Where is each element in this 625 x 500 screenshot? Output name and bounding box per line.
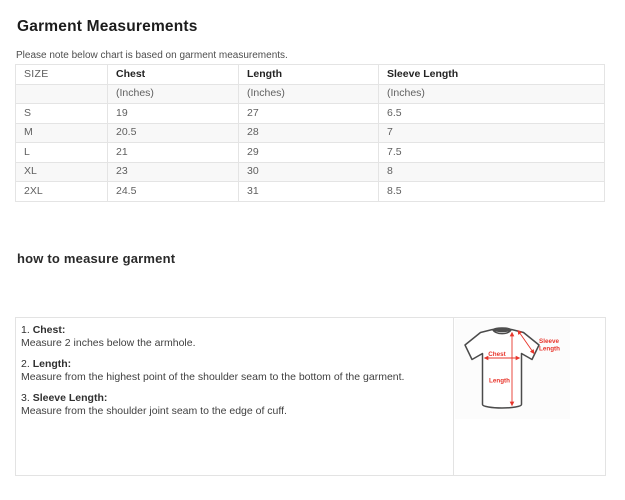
step-number: 3. xyxy=(21,392,30,404)
garment-diagram-cell: Chest Length Sleeve Length xyxy=(453,318,605,475)
header-cell-sleeve-length: Sleeve Length xyxy=(379,65,605,85)
table-header-row: SIZE Chest Length Sleeve Length xyxy=(16,65,605,85)
table-row: L 21 29 7.5 xyxy=(16,143,605,163)
table-cell: 20.5 xyxy=(108,123,239,143)
table-row: 2XL 24.5 31 8.5 xyxy=(16,182,605,202)
measure-step-sleeve-length: 3. Sleeve Length: Measure from the shoul… xyxy=(21,392,443,418)
step-title: Chest: xyxy=(33,324,66,336)
header-cell-chest: Chest xyxy=(108,65,239,85)
length-arrow-label: Length xyxy=(489,377,510,384)
tshirt-collar xyxy=(493,327,512,331)
table-cell: 27 xyxy=(239,104,379,124)
table-cell: 7 xyxy=(379,123,605,143)
table-cell: (Inches) xyxy=(108,84,239,104)
table-cell: 30 xyxy=(239,162,379,182)
table-cell: 8 xyxy=(379,162,605,182)
table-cell: L xyxy=(16,143,108,163)
table-cell: 6.5 xyxy=(379,104,605,124)
table-cell: XL xyxy=(16,162,108,182)
measure-step-chest: 1. Chest: Measure 2 inches below the arm… xyxy=(21,324,443,350)
table-row: S 19 27 6.5 xyxy=(16,104,605,124)
table-row: M 20.5 28 7 xyxy=(16,123,605,143)
table-units-row: (Inches) (Inches) (Inches) xyxy=(16,84,605,104)
step-description: Measure from the shoulder joint seam to … xyxy=(21,405,443,418)
size-guide-page: Garment Measurements Please note below c… xyxy=(0,0,625,500)
size-chart-table: SIZE Chest Length Sleeve Length (Inches)… xyxy=(15,64,605,202)
step-title: Length: xyxy=(33,358,72,370)
table-cell: 23 xyxy=(108,162,239,182)
table-cell: S xyxy=(16,104,108,124)
step-title: Sleeve Length: xyxy=(33,392,108,404)
table-cell: 28 xyxy=(239,123,379,143)
step-description: Measure 2 inches below the armhole. xyxy=(21,337,443,350)
header-cell-size: SIZE xyxy=(16,65,108,85)
sleeve-arrow-label-line2: Length xyxy=(539,345,560,352)
measurement-note: Please note below chart is based on garm… xyxy=(16,50,610,62)
sleeve-arrow-label-line1: Sleeve xyxy=(539,338,559,345)
table-cell: 7.5 xyxy=(379,143,605,163)
table-row: XL 23 30 8 xyxy=(16,162,605,182)
tshirt-measure-diagram: Chest Length Sleeve Length xyxy=(455,319,570,419)
step-description: Measure from the highest point of the sh… xyxy=(21,371,443,384)
table-cell: 24.5 xyxy=(108,182,239,202)
table-cell: M xyxy=(16,123,108,143)
step-number: 1. xyxy=(21,324,30,336)
table-cell xyxy=(16,84,108,104)
table-cell: 19 xyxy=(108,104,239,124)
table-cell: 21 xyxy=(108,143,239,163)
page-title: Garment Measurements xyxy=(17,18,610,36)
table-cell: 2XL xyxy=(16,182,108,202)
step-label: 3. Sleeve Length: xyxy=(21,392,443,405)
table-cell: 8.5 xyxy=(379,182,605,202)
how-to-heading: how to measure garment xyxy=(17,251,610,266)
chest-arrow-label: Chest xyxy=(488,350,506,357)
step-label: 2. Length: xyxy=(21,358,443,371)
step-label: 1. Chest: xyxy=(21,324,443,337)
step-number: 2. xyxy=(21,358,30,370)
table-cell: 29 xyxy=(239,143,379,163)
measure-step-length: 2. Length: Measure from the highest poin… xyxy=(21,358,443,384)
measure-steps: 1. Chest: Measure 2 inches below the arm… xyxy=(16,318,453,475)
table-cell: 31 xyxy=(239,182,379,202)
header-cell-length: Length xyxy=(239,65,379,85)
table-cell: (Inches) xyxy=(239,84,379,104)
table-cell: (Inches) xyxy=(379,84,605,104)
measure-guide-panel: 1. Chest: Measure 2 inches below the arm… xyxy=(15,317,606,476)
